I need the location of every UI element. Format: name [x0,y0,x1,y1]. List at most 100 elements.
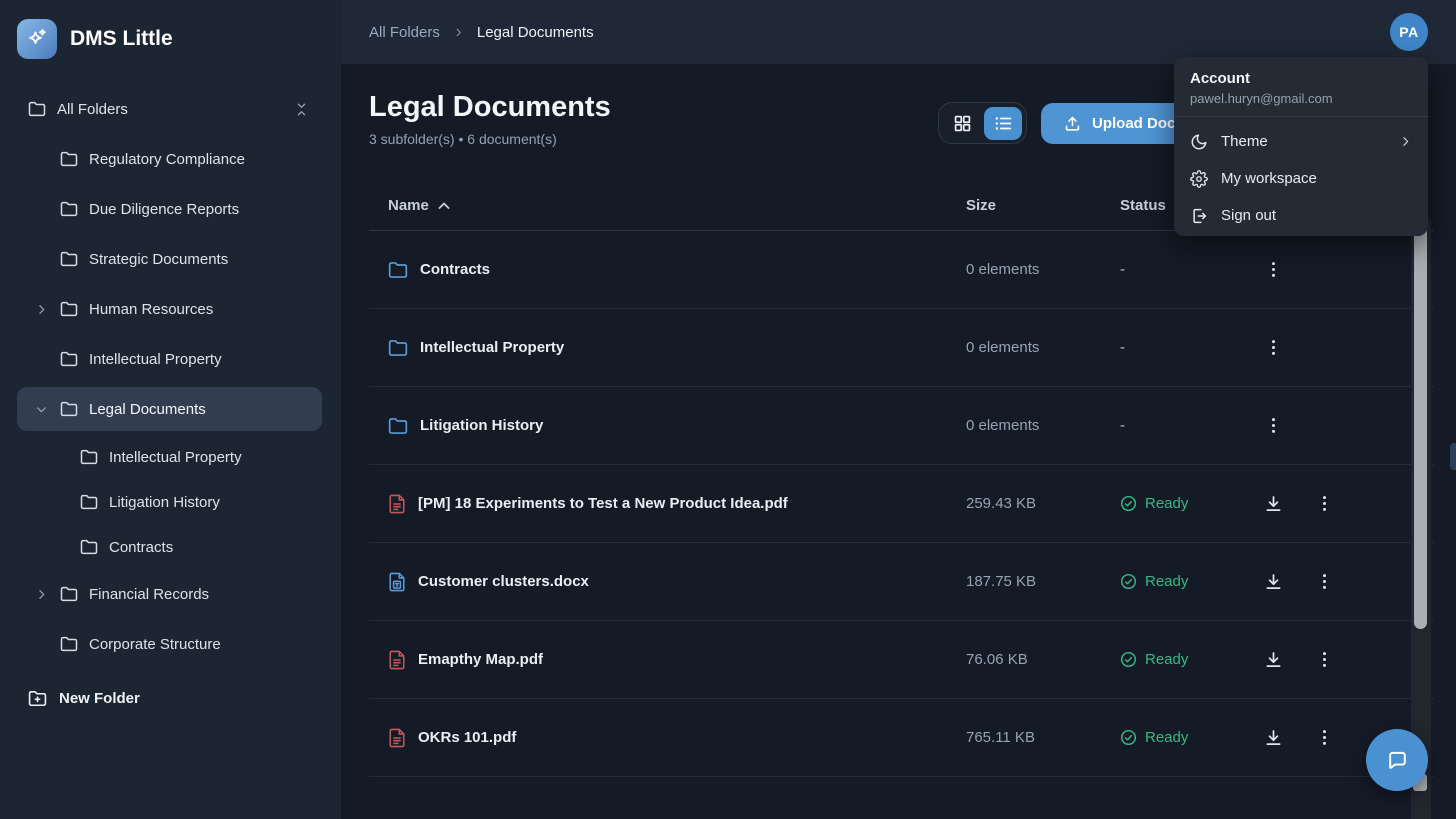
row-download-button[interactable] [1261,570,1285,594]
chevron-right-icon[interactable] [33,303,49,316]
chevron-right-icon[interactable] [33,588,49,601]
row-size-label: 76.06 KB [966,651,1120,668]
menu-item-theme[interactable]: Theme [1174,123,1428,160]
folder-icon [80,449,98,465]
sidebar-item-financial-records[interactable]: Financial Records [17,572,322,616]
table-row[interactable]: Contracts 0 elements - [369,231,1434,309]
status-empty: - [1120,261,1125,278]
download-icon [1263,571,1284,592]
row-name-label: Emapthy Map.pdf [418,651,543,668]
kebab-menu-icon [1322,572,1327,591]
grid-view-icon [953,114,972,133]
table-row[interactable]: Intellectual Property 0 elements - [369,309,1434,387]
user-avatar[interactable]: PA [1390,13,1428,51]
moon-icon [1190,133,1208,151]
sidebar-item-litigation-history[interactable]: Litigation History [17,482,322,522]
folder-icon [388,261,408,279]
row-menu-button[interactable] [1312,726,1336,750]
folder-icon [80,539,98,555]
menu-item-label: Sign out [1221,207,1276,224]
sidebar-item-strategic-documents[interactable]: Strategic Documents [17,237,322,281]
scrollbar-thumb[interactable] [1414,221,1427,629]
row-download-button[interactable] [1261,648,1285,672]
row-size-label: 0 elements [966,261,1120,278]
sidebar-item-legal-documents[interactable]: Legal Documents [17,387,322,431]
sidebar-item-label: Intellectual Property [109,449,242,466]
row-menu-button[interactable] [1261,414,1285,438]
table-row[interactable]: Customer clusters.docx 187.75 KB Ready [369,543,1434,621]
sidebar-item-human-resources[interactable]: Human Resources [17,287,322,331]
app-logo-icon [17,19,57,59]
folder-icon [388,417,408,435]
column-header-size[interactable]: Size [966,197,1120,214]
row-menu-button[interactable] [1312,492,1336,516]
sidebar-item-regulatory-compliance[interactable]: Regulatory Compliance [17,137,322,181]
sidebar-item-label: Intellectual Property [89,351,222,368]
folder-tree: All Folders Regulatory Compliance Due Di… [0,87,341,672]
row-menu-button[interactable] [1261,258,1285,282]
menu-item-sign-out[interactable]: Sign out [1174,197,1428,234]
doc-file-icon [388,572,406,592]
row-name-label: Customer clusters.docx [418,573,589,590]
chevron-down-icon[interactable] [33,403,49,416]
table-row[interactable]: Emapthy Map.pdf 76.06 KB Ready [369,621,1434,699]
status-badge: Ready [1120,651,1261,668]
breadcrumb-separator-icon [453,27,464,38]
upload-icon [1063,114,1082,133]
folder-icon [60,201,78,217]
view-toggle [938,102,1027,144]
row-menu-button[interactable] [1261,336,1285,360]
folder-icon [80,494,98,510]
status-label: Ready [1145,495,1188,512]
menu-item-label: My workspace [1221,170,1317,187]
column-header-name[interactable]: Name [388,197,966,214]
menu-item-my-workspace[interactable]: My workspace [1174,160,1428,197]
menu-item-label: Theme [1221,133,1268,150]
app-title: DMS Little [70,27,173,51]
kebab-menu-icon [1322,650,1327,669]
list-view-button[interactable] [984,107,1022,140]
download-icon [1263,649,1284,670]
table-row[interactable]: Litigation History 0 elements - [369,387,1434,465]
table-row[interactable]: [PM] 18 Experiments to Test a New Produc… [369,465,1434,543]
row-name-label: OKRs 101.pdf [418,729,516,746]
sidebar-item-corporate-structure[interactable]: Corporate Structure [17,622,322,666]
row-name-label: Litigation History [420,417,543,434]
sidebar-item-contracts[interactable]: Contracts [17,527,322,567]
kebab-menu-icon [1322,728,1327,747]
row-download-button[interactable] [1261,492,1285,516]
sidebar-item-intellectual-property[interactable]: Intellectual Property [17,337,322,381]
folder-icon [388,339,408,357]
table-row[interactable]: OKRs 101.pdf 765.11 KB Ready [369,699,1434,777]
kebab-menu-icon [1322,494,1327,513]
row-size-label: 187.75 KB [966,573,1120,590]
status-empty: - [1120,339,1125,356]
status-label: Ready [1145,573,1188,590]
row-size-label: 259.43 KB [966,495,1120,512]
collapse-all-icon[interactable] [294,102,322,117]
status-badge: Ready [1120,573,1261,590]
account-menu-items: Theme My workspace Sign out [1174,123,1428,234]
folder-icon [60,586,78,602]
sidebar-item-due-diligence-reports[interactable]: Due Diligence Reports [17,187,322,231]
row-name-label: Contracts [420,261,490,278]
menu-divider [1174,116,1428,117]
row-menu-button[interactable] [1312,648,1336,672]
list-view-icon [994,114,1013,133]
topbar: All Folders Legal Documents PA [341,0,1456,64]
status-label: Ready [1145,651,1188,668]
chat-button[interactable] [1366,729,1428,791]
sidebar-item-label: Corporate Structure [89,636,221,653]
status-badge: Ready [1120,495,1261,512]
row-menu-button[interactable] [1312,570,1336,594]
sidebar-item-all-folders[interactable]: All Folders [17,87,322,131]
pdf-file-icon [388,494,406,514]
gear-icon [1190,170,1208,188]
grid-view-button[interactable] [943,107,981,140]
row-download-button[interactable] [1261,726,1285,750]
sidebar-item-intellectual-property[interactable]: Intellectual Property [17,437,322,477]
sidebar-item-label: All Folders [57,101,128,118]
new-folder-button[interactable]: New Folder [0,676,341,720]
breadcrumb-all-folders[interactable]: All Folders [369,24,440,41]
check-circle-icon [1120,573,1137,590]
